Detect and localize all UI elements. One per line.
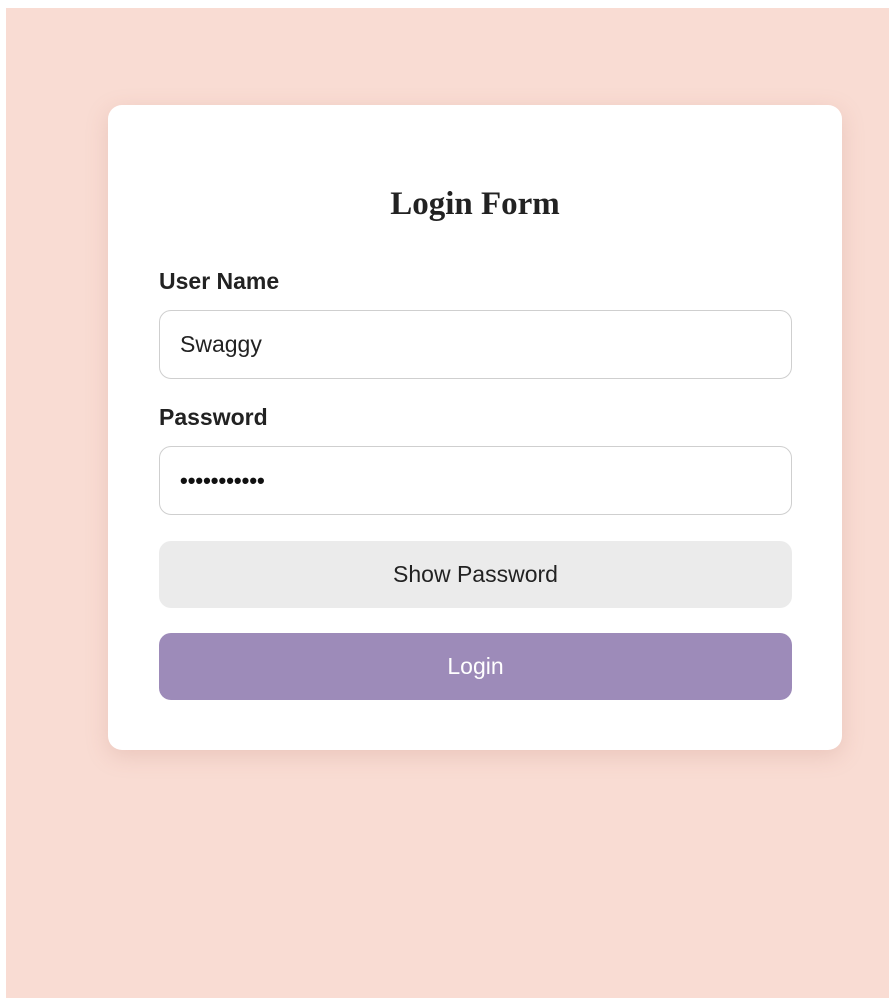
page-background: Login Form User Name Swaggy Password •••… xyxy=(6,8,889,998)
login-card: Login Form User Name Swaggy Password •••… xyxy=(108,105,842,750)
form-title: Login Form xyxy=(390,186,560,222)
username-label: User Name xyxy=(159,268,280,294)
username-input[interactable]: Swaggy xyxy=(159,310,792,379)
password-input[interactable]: ••••••••••• xyxy=(159,446,792,515)
login-button[interactable]: Login xyxy=(159,633,792,700)
show-password-button[interactable]: Show Password xyxy=(159,541,792,608)
password-masked-value: ••••••••••• xyxy=(180,467,265,493)
username-value: Swaggy xyxy=(180,331,262,357)
password-label: Password xyxy=(159,404,268,430)
